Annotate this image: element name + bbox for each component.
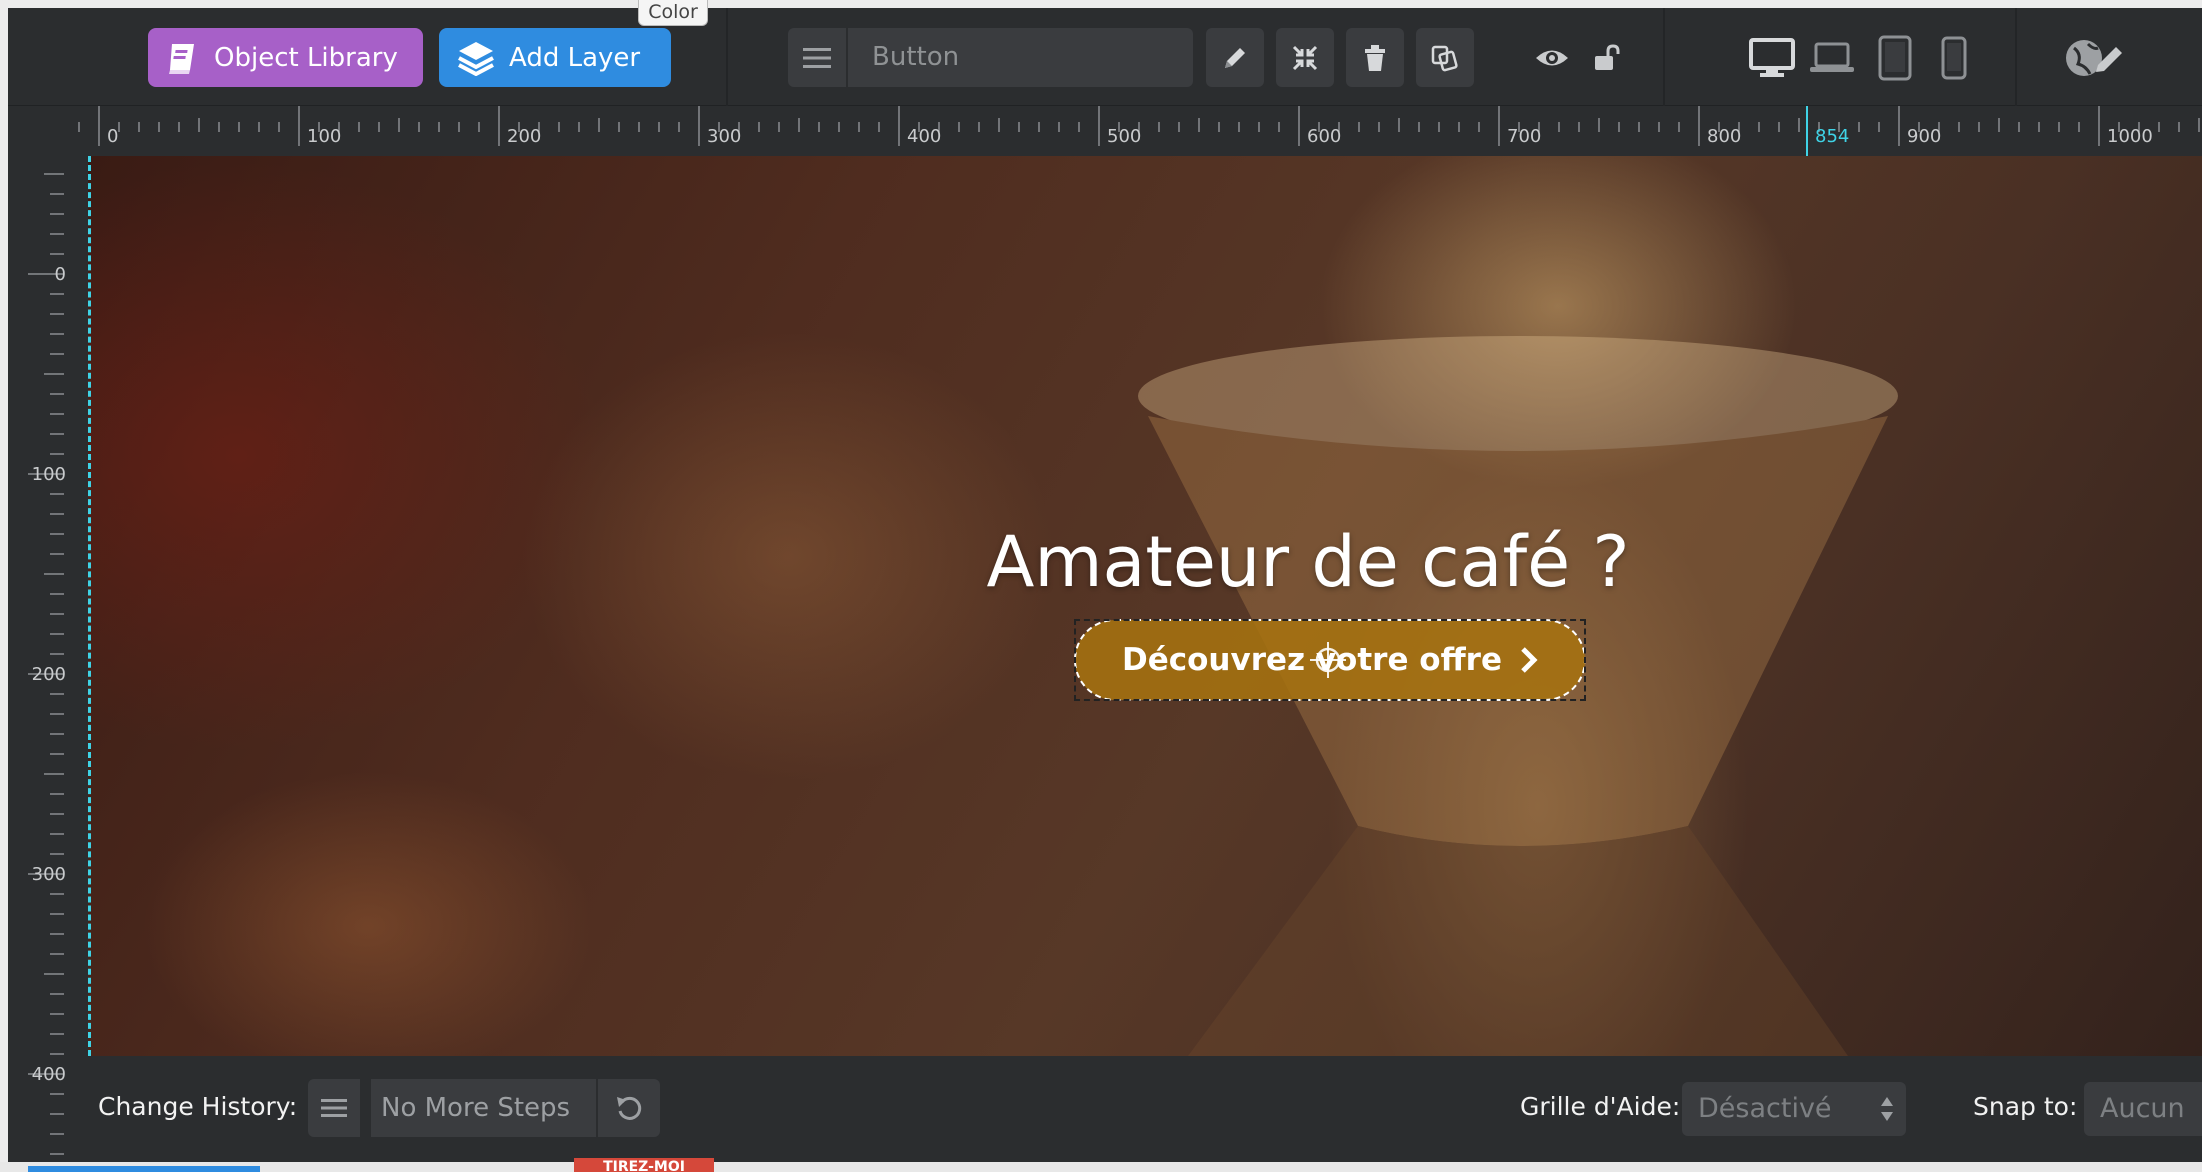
- top-toolbar: Color Object Library Add Layer Button: [8, 0, 2202, 106]
- toolbar-divider: [1663, 8, 1665, 106]
- tablet-icon: [1878, 35, 1912, 80]
- bottom-strip: [0, 1162, 2202, 1172]
- globe-edit-icon: [2066, 39, 2122, 76]
- left-guide-line: [88, 156, 91, 1056]
- eye-icon: [1536, 50, 1568, 65]
- layer-name-field[interactable]: Button: [848, 28, 1193, 87]
- ruler-label: 100: [32, 464, 66, 485]
- phone-icon: [1941, 36, 1967, 79]
- book-icon: [169, 43, 194, 74]
- ruler-label: 300: [707, 126, 741, 147]
- change-history-label: Change History:: [98, 1092, 298, 1121]
- ruler-label: 900: [1907, 126, 1941, 147]
- pull-tab[interactable]: TIREZ-MOI: [574, 1158, 714, 1172]
- compress-icon: [1292, 45, 1318, 70]
- ruler-label: 700: [1507, 126, 1541, 147]
- ruler-label: 854: [1815, 126, 1849, 147]
- visibility-toggle[interactable]: [1523, 28, 1581, 87]
- history-steps[interactable]: No More Steps: [371, 1079, 596, 1137]
- compress-button[interactable]: [1276, 28, 1334, 87]
- grid-helper-select[interactable]: Désactivé: [1682, 1082, 1906, 1136]
- desktop-icon: [1749, 37, 1795, 77]
- pencil-icon: [1225, 47, 1245, 68]
- ruler-label: 800: [1707, 126, 1741, 147]
- ruler-label: 300: [32, 864, 66, 885]
- phone-view-button[interactable]: [1925, 28, 1983, 87]
- move-handle-icon[interactable]: [1310, 642, 1346, 678]
- object-library-label: Object Library: [214, 42, 398, 73]
- ruler-label: 1000: [2107, 126, 2153, 147]
- grid-helper-value: Désactivé: [1698, 1093, 1832, 1124]
- add-layer-label: Add Layer: [509, 42, 641, 73]
- chevron-right-icon: [1521, 647, 1538, 673]
- toolbar-divider: [2015, 8, 2017, 106]
- bottom-bar: Change History: No More Steps Grille d'A…: [88, 1056, 2202, 1162]
- laptop-icon: [1810, 42, 1854, 72]
- desktop-view-button[interactable]: [1743, 28, 1801, 87]
- active-tab-indicator: [28, 1166, 260, 1172]
- unlock-icon: [1595, 43, 1620, 70]
- snap-to-select[interactable]: Aucun: [2084, 1082, 2202, 1136]
- toolbar-divider: [726, 8, 728, 106]
- ruler-label: 400: [32, 1064, 66, 1085]
- undo-button[interactable]: [598, 1079, 660, 1137]
- undo-icon: [617, 1096, 642, 1120]
- laptop-view-button[interactable]: [1803, 28, 1861, 87]
- duplicate-button[interactable]: [1416, 28, 1474, 87]
- tablet-view-button[interactable]: [1866, 28, 1924, 87]
- layers-icon: [458, 41, 494, 76]
- ruler-label: 500: [1107, 126, 1141, 147]
- lock-toggle[interactable]: [1578, 28, 1636, 87]
- grid-helper-label: Grille d'Aide:: [1520, 1092, 1681, 1121]
- ruler-label: 0: [107, 126, 118, 147]
- menu-icon: [321, 1099, 347, 1117]
- menu-icon: [803, 47, 831, 68]
- globe-settings-button[interactable]: [2060, 28, 2130, 87]
- vertical-ruler: 0 100 200 300 400: [8, 156, 88, 1172]
- hero-title[interactable]: Amateur de café ?: [948, 521, 1668, 603]
- edit-button[interactable]: [1206, 28, 1264, 87]
- layer-menu-button[interactable]: [788, 28, 846, 87]
- ruler-label: 600: [1307, 126, 1341, 147]
- ruler-label: 0: [55, 264, 66, 285]
- horizontal-ruler: 01002003004005006007008008549001000 854: [8, 106, 2202, 156]
- ruler-label: 400: [907, 126, 941, 147]
- ruler-label: 100: [307, 126, 341, 147]
- ruler-label: 200: [32, 664, 66, 685]
- history-menu-button[interactable]: [308, 1079, 360, 1137]
- select-arrows-icon: [1881, 1097, 1893, 1121]
- object-library-button[interactable]: Object Library: [148, 28, 423, 87]
- trash-icon: [1365, 44, 1385, 71]
- ruler-label: 200: [507, 126, 541, 147]
- delete-button[interactable]: [1346, 28, 1404, 87]
- duplicate-icon: [1431, 45, 1458, 71]
- add-layer-button[interactable]: Add Layer: [439, 28, 671, 87]
- snap-to-label: Snap to:: [1973, 1092, 2078, 1121]
- color-tab[interactable]: Color: [638, 0, 708, 26]
- design-canvas[interactable]: Amateur de café ? Découvrez votre offre: [88, 156, 2202, 1056]
